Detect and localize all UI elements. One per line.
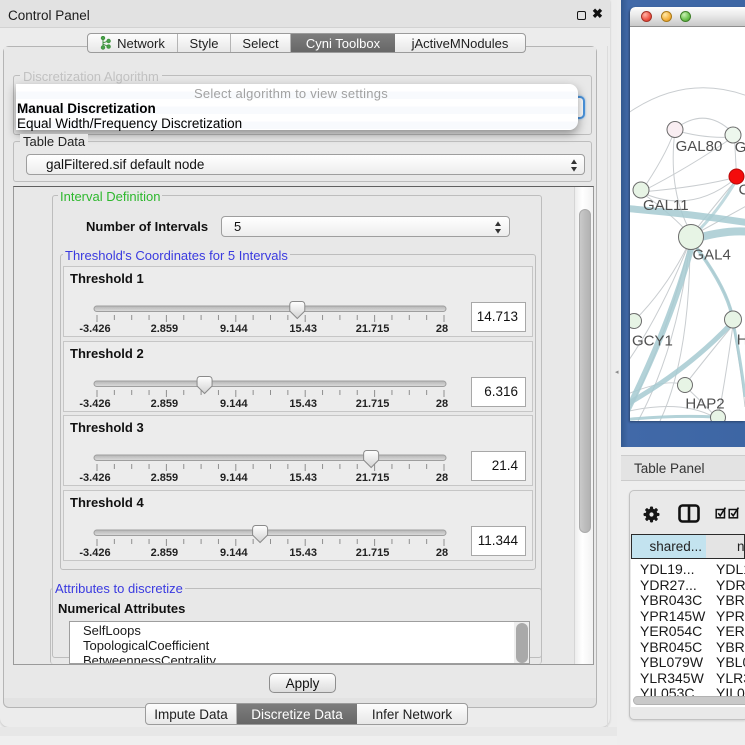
svg-text:21.715: 21.715 — [356, 398, 390, 410]
svg-text:2.859: 2.859 — [151, 323, 179, 335]
svg-text:15.43: 15.43 — [289, 472, 317, 484]
svg-text:28: 28 — [436, 323, 448, 335]
svg-text:21.715: 21.715 — [356, 323, 390, 335]
svg-text:HAP2: HAP2 — [685, 396, 724, 413]
svg-text:9.144: 9.144 — [220, 472, 248, 484]
svg-text:GAL11: GAL11 — [643, 197, 689, 214]
svg-text:15.43: 15.43 — [289, 398, 317, 410]
svg-text:15.43: 15.43 — [289, 323, 317, 335]
svg-text:GAL80: GAL80 — [676, 138, 723, 155]
svg-text:2.859: 2.859 — [151, 398, 179, 410]
svg-text:H: H — [737, 332, 745, 349]
svg-text:21.715: 21.715 — [356, 547, 390, 559]
svg-text:-3.426: -3.426 — [79, 398, 110, 410]
svg-text:-3.426: -3.426 — [79, 472, 110, 484]
svg-text:21.715: 21.715 — [356, 472, 390, 484]
svg-text:-3.426: -3.426 — [79, 547, 110, 559]
svg-text:15.43: 15.43 — [289, 547, 317, 559]
svg-text:-3.426: -3.426 — [79, 323, 110, 335]
svg-text:C: C — [739, 181, 745, 198]
svg-text:28: 28 — [436, 547, 448, 559]
svg-text:9.144: 9.144 — [220, 323, 248, 335]
svg-text:2.859: 2.859 — [151, 472, 179, 484]
svg-text:GAL4: GAL4 — [693, 247, 731, 264]
svg-text:28: 28 — [436, 472, 448, 484]
svg-text:2.859: 2.859 — [151, 547, 179, 559]
svg-text:9.144: 9.144 — [220, 398, 248, 410]
svg-text:28: 28 — [436, 398, 448, 410]
svg-text:GA: GA — [735, 139, 745, 156]
svg-text:GCY1: GCY1 — [632, 333, 673, 350]
svg-text:9.144: 9.144 — [220, 547, 248, 559]
